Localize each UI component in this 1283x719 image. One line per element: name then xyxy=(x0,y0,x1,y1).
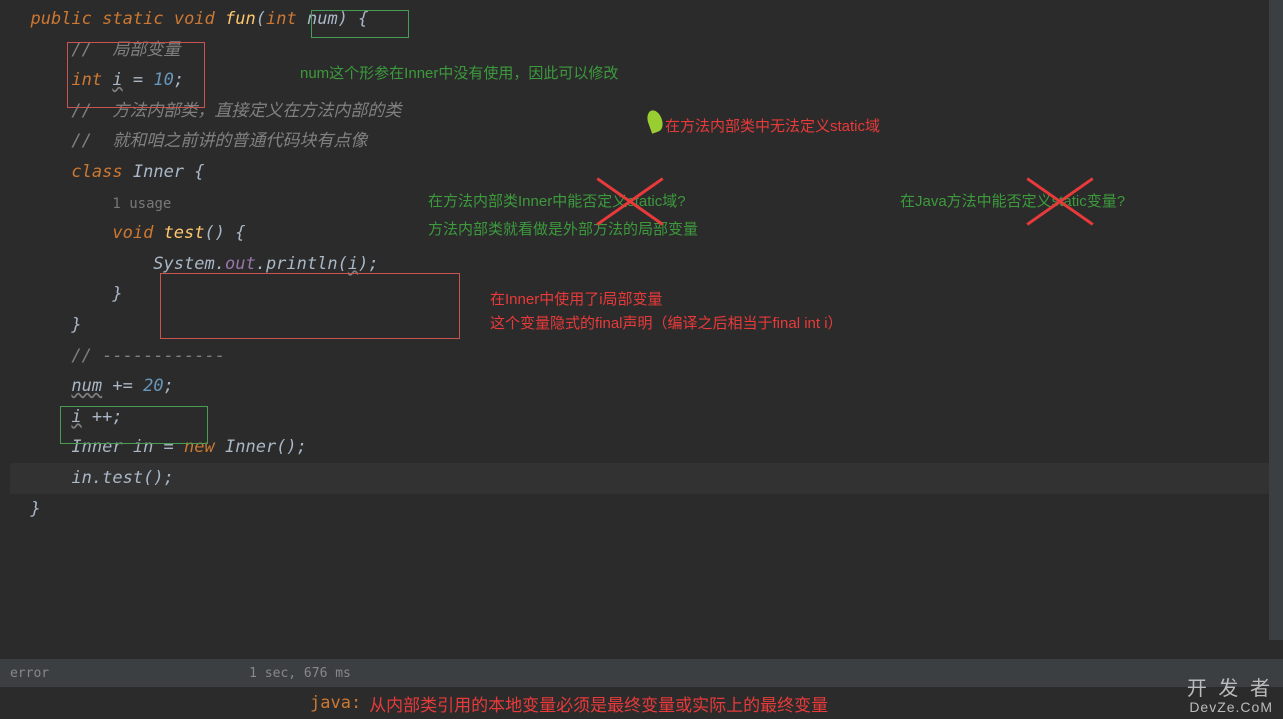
code-line[interactable]: // 就和咱之前讲的普通代码块有点像 xyxy=(10,126,1283,157)
code-line[interactable]: // 局部变量 xyxy=(10,35,1283,66)
code-line[interactable]: } xyxy=(10,494,1283,525)
code-line[interactable]: Inner in = new Inner(); xyxy=(10,432,1283,463)
usage-hint[interactable]: 1 usage xyxy=(10,188,1283,219)
watermark: 开 发 者 DevZe.CoM xyxy=(1187,678,1273,715)
status-error-label: error xyxy=(10,666,49,681)
code-line[interactable]: public static void fun(int num) { xyxy=(10,4,1283,35)
code-line[interactable]: i ++; xyxy=(10,402,1283,433)
error-message: 从内部类引用的本地变量必须是最终变量或实际上的最终变量 xyxy=(369,691,828,716)
code-line[interactable]: // ------------ xyxy=(10,341,1283,372)
code-editor[interactable]: public static void fun(int num) { // 局部变… xyxy=(0,0,1283,524)
code-line[interactable]: class Inner { xyxy=(10,157,1283,188)
scrollbar[interactable] xyxy=(1269,0,1283,640)
code-line[interactable]: } xyxy=(10,310,1283,341)
error-java-label: java: xyxy=(310,693,361,713)
code-line[interactable]: num += 20; xyxy=(10,371,1283,402)
code-line-active[interactable]: in.test(); xyxy=(10,463,1283,494)
code-line[interactable]: void test() { xyxy=(10,218,1283,249)
status-bar: error 1 sec, 676 ms xyxy=(0,659,1283,687)
code-line[interactable]: System.out.println(i); xyxy=(10,249,1283,280)
status-timing: 1 sec, 676 ms xyxy=(249,666,351,681)
code-line[interactable]: // 方法内部类，直接定义在方法内部的类 xyxy=(10,96,1283,127)
code-line[interactable]: } xyxy=(10,279,1283,310)
error-output[interactable]: java: 从内部类引用的本地变量必须是最终变量或实际上的最终变量 xyxy=(0,687,1283,719)
code-line[interactable]: int i = 10; xyxy=(10,65,1283,96)
